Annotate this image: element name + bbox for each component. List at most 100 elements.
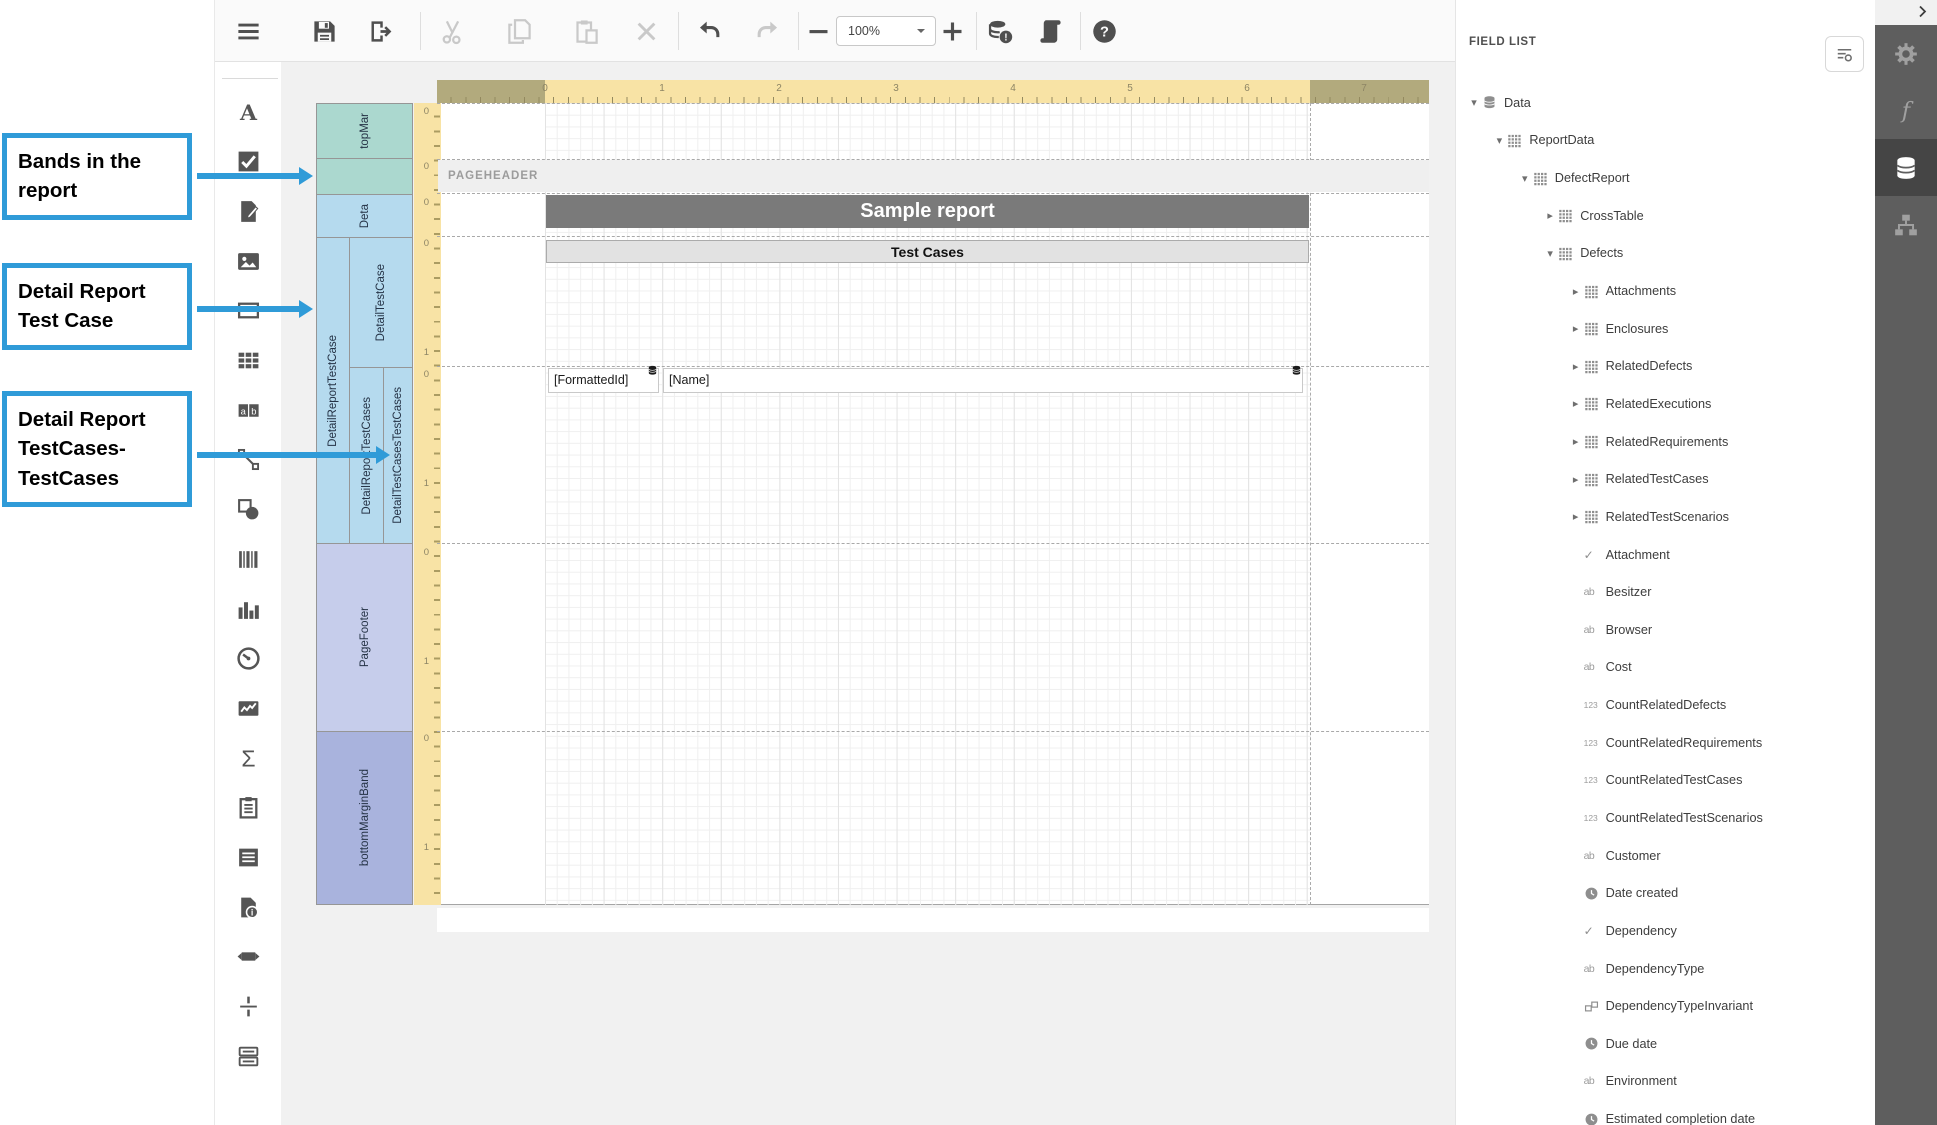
report-title-label[interactable]: Sample report [546,195,1309,228]
toolbox-item-chart[interactable] [228,589,268,629]
toolbox-item-line[interactable] [228,440,268,480]
chevron-right-icon[interactable]: ▸ [1542,209,1558,222]
toolbox-item-label[interactable]: A [228,92,268,132]
toolbox-item-cross-band-box[interactable] [228,937,268,977]
field-list-item-defects[interactable]: ▾Defects [1456,235,1876,273]
band-cell-page-footer[interactable]: PageFooter [316,543,413,732]
field-list-item-environment[interactable]: abEnvironment [1456,1063,1876,1101]
field-list-item-relateddefects[interactable]: ▸RelatedDefects [1456,347,1876,385]
field-cell-formattedid[interactable]: [FormattedId] [548,368,659,393]
toolbox-item-page-info[interactable]: i [228,887,268,927]
field-list-item-besitzer[interactable]: abBesitzer [1456,573,1876,611]
band-cell-detail[interactable]: Deta [316,194,413,238]
scripts-button[interactable] [1033,14,1067,48]
table-icon [1584,396,1606,411]
zoom-out-button[interactable] [801,14,835,48]
field-list-item-countrelatedtestscenarios[interactable]: 123CountRelatedTestScenarios [1456,799,1876,837]
toolbox-item-page-break[interactable] [228,788,268,828]
field-list-item-dependency[interactable]: ✓Dependency [1456,912,1876,950]
table-icon [1533,171,1555,186]
field-list-item-relatedtestscenarios[interactable]: ▸RelatedTestScenarios [1456,498,1876,536]
delete-button[interactable] [629,14,663,48]
zoom-select[interactable]: 100% [836,16,936,46]
chevron-down-icon[interactable]: ▾ [1491,134,1507,147]
toolbox-item-rich-text[interactable] [228,191,268,231]
field-list-item-dependencytype[interactable]: abDependencyType [1456,950,1876,988]
save-button[interactable] [307,14,341,48]
panel-collapse-strip [1875,0,1937,25]
vertical-ruler-number: 0 [416,369,429,380]
field-list-item-countrelatedrequirements[interactable]: 123CountRelatedRequirements [1456,724,1876,762]
chevron-down-icon[interactable]: ▾ [1466,96,1482,109]
copy-button[interactable] [502,14,536,48]
horizontal-ruler-number: 7 [1356,83,1372,94]
table-icon [1584,321,1606,336]
horizontal-ruler-number: 3 [888,83,904,94]
field-list-item-label: CountRelatedTestScenarios [1606,811,1763,825]
export-button[interactable] [363,14,397,48]
field-list-item-defectreport[interactable]: ▾DefectReport [1456,159,1876,197]
toolbox-item-sparkline[interactable] [228,688,268,728]
field-list-item-countrelateddefects[interactable]: 123CountRelatedDefects [1456,686,1876,724]
field-cell-name[interactable]: [Name] [663,368,1303,393]
chevron-right-icon[interactable]: ▸ [1568,473,1584,486]
field-list-item-relatedexecutions[interactable]: ▸RelatedExecutions [1456,385,1876,423]
validate-bindings-button[interactable]: ! [983,14,1017,48]
field-list-item-cost[interactable]: abCost [1456,649,1876,687]
toolbox-item-cross-band-line[interactable] [228,987,268,1027]
field-list-item-relatedtestcases[interactable]: ▸RelatedTestCases [1456,460,1876,498]
help-button[interactable]: ? [1087,14,1121,48]
field-list-item-attachments[interactable]: ▸Attachments [1456,272,1876,310]
band-cell-page-header[interactable] [316,158,413,195]
field-list-item-customer[interactable]: abCustomer [1456,837,1876,875]
toolbox-item-character-comb[interactable]: ab [228,390,268,430]
toolbox-item-subreport[interactable] [228,1036,268,1076]
sidebar-tab-expressions[interactable]: f [1875,82,1937,139]
zoom-in-button[interactable] [935,14,969,48]
field-list-item-countrelatedtestcases[interactable]: 123CountRelatedTestCases [1456,762,1876,800]
field-list-item-browser[interactable]: abBrowser [1456,611,1876,649]
chevron-right-icon[interactable]: ▸ [1568,285,1584,298]
chevron-right-icon[interactable]: ▸ [1568,360,1584,373]
chevron-right-icon[interactable]: ▸ [1568,322,1584,335]
sidebar-tab-field-list[interactable] [1875,139,1937,196]
chevron-right-icon[interactable]: ▸ [1568,397,1584,410]
fx-icon: f [1893,98,1919,124]
field-list-item-enclosures[interactable]: ▸Enclosures [1456,310,1876,348]
chevron-right-icon[interactable]: ▸ [1568,510,1584,523]
field-list-item-reportdata[interactable]: ▾ReportData [1456,122,1876,160]
chevron-down-icon[interactable]: ▾ [1517,172,1533,185]
toolbox-item-picture-box[interactable] [228,241,268,281]
redo-button[interactable] [751,14,785,48]
field-list-item-relatedrequirements[interactable]: ▸RelatedRequirements [1456,423,1876,461]
paste-button[interactable] [569,14,603,48]
field-list-item-data[interactable]: ▾Data [1456,84,1876,122]
test-cases-header-label[interactable]: Test Cases [546,240,1309,263]
sidebar-tab-report-explorer[interactable] [1875,196,1937,253]
chevron-down-icon[interactable]: ▾ [1542,247,1558,260]
band-cell-detail-report-test-case[interactable]: DetailReportTestCase [316,237,350,544]
toolbox-item-gauge[interactable] [228,639,268,679]
field-list-item-estimated-completion-date[interactable]: Estimated completion date [1456,1100,1876,1125]
field-list-item-attachment[interactable]: ✓Attachment [1456,536,1876,574]
band-cell-detail-test-case[interactable]: DetailTestCase [349,237,413,368]
band-cell-top-margin[interactable]: topMar [316,103,413,159]
field-list-item-label: CountRelatedRequirements [1606,736,1763,750]
undo-button[interactable] [691,14,725,48]
toolbox-item-barcode[interactable] [228,539,268,579]
field-list-options-button[interactable] [1825,36,1864,72]
cut-button[interactable] [435,14,469,48]
chevron-right-icon[interactable]: ▸ [1568,435,1584,448]
field-list-item-due-date[interactable]: Due date [1456,1025,1876,1063]
field-list-item-date-created[interactable]: Date created [1456,874,1876,912]
page-header-band-caption[interactable]: PAGEHEADER [438,160,1429,192]
toolbox-item-table-of-contents[interactable] [228,838,268,878]
field-list-item-crosstable[interactable]: ▸CrossTable [1456,197,1876,235]
band-cell-bottom-margin[interactable]: bottomMarginBand [316,731,413,905]
field-list-item-dependencytypeinvariant[interactable]: DependencyTypeInvariant [1456,987,1876,1025]
toolbox-item-table[interactable] [228,341,268,381]
toolbox-item-summary[interactable]: Σ [228,738,268,778]
sidebar-tab-settings[interactable] [1875,25,1937,82]
toolbox-item-shape[interactable] [228,490,268,530]
menu-button[interactable] [231,14,265,48]
